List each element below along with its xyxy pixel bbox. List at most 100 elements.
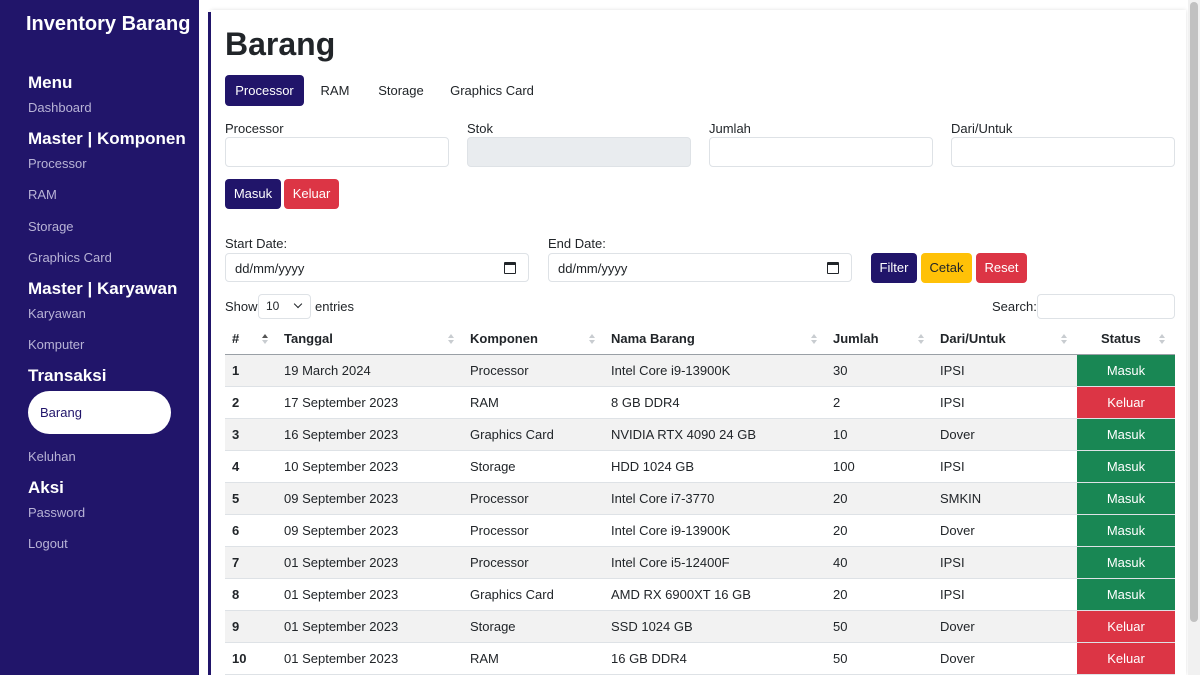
- sidebar-item-barang[interactable]: Barang: [28, 391, 171, 434]
- cell-tanggal: 01 September 2023: [284, 587, 399, 602]
- sidebar-item-keluhan[interactable]: Keluhan: [28, 449, 76, 464]
- column-header-nama-barang[interactable]: Nama Barang: [611, 323, 695, 355]
- column-header-number[interactable]: #: [232, 323, 239, 355]
- column-header-tanggal[interactable]: Tanggal: [284, 323, 333, 355]
- search-input[interactable]: [1037, 294, 1175, 319]
- cell-dari-untuk: IPSI: [940, 555, 965, 570]
- tab-ram[interactable]: RAM: [312, 75, 358, 106]
- cell-number: 7: [232, 555, 240, 570]
- stok-label: Stok: [467, 121, 494, 136]
- status-badge: Masuk: [1077, 579, 1175, 610]
- tab-graphics-card[interactable]: Graphics Card: [446, 75, 538, 106]
- cell-number: 5: [232, 491, 240, 506]
- keluar-button[interactable]: Keluar: [284, 179, 339, 209]
- sidebar-heading-master-komponen: Master | Komponen: [28, 129, 186, 148]
- sidebar-item-password[interactable]: Password: [28, 505, 85, 520]
- tab-processor[interactable]: Processor: [225, 75, 304, 106]
- table-row: 1 19 March 2024 Processor Intel Core i9-139…: [225, 355, 1175, 387]
- column-header-status[interactable]: Status: [1101, 323, 1141, 355]
- sort-icon[interactable]: [1159, 334, 1166, 344]
- sort-icon[interactable]: [589, 334, 596, 344]
- cell-number: 10: [232, 651, 247, 666]
- sort-icon[interactable]: [448, 334, 455, 344]
- table-row: 7 01 September 2023 Processor Intel Core i5…: [225, 547, 1175, 579]
- cell-jumlah: 50: [833, 651, 848, 666]
- sidebar-item-graphics-card[interactable]: Graphics Card: [28, 250, 112, 265]
- tab-storage[interactable]: Storage: [370, 75, 432, 106]
- brand-title: Inventory Barang: [26, 13, 191, 35]
- table-row: 6 09 September 2023 Processor Intel Core i9…: [225, 515, 1175, 547]
- cell-komponen: RAM: [470, 651, 499, 666]
- cell-komponen: Graphics Card: [470, 427, 554, 442]
- cell-nama-barang: 16 GB DDR4: [611, 651, 687, 666]
- processor-label: Processor: [225, 121, 284, 136]
- cell-nama-barang: Intel Core i7-3770: [611, 491, 715, 506]
- sidebar-item-storage[interactable]: Storage: [28, 219, 74, 234]
- cell-komponen: Processor: [470, 523, 529, 538]
- cell-dari-untuk: SMKIN: [940, 491, 982, 506]
- cell-number: 4: [232, 459, 240, 474]
- sidebar-item-komputer[interactable]: Komputer: [28, 337, 84, 352]
- status-badge: Keluar: [1077, 643, 1175, 674]
- dari-untuk-input[interactable]: [951, 137, 1175, 167]
- page-scrollbar[interactable]: [1188, 0, 1200, 675]
- sidebar-heading-transaksi: Transaksi: [28, 366, 107, 385]
- scrollbar-thumb[interactable]: [1190, 2, 1198, 622]
- entries-select[interactable]: 10: [258, 294, 311, 319]
- sort-icon[interactable]: [811, 334, 818, 344]
- status-badge: Masuk: [1077, 515, 1175, 546]
- cell-dari-untuk: IPSI: [940, 363, 965, 378]
- start-date-label: Start Date:: [225, 236, 288, 251]
- cell-komponen: Processor: [470, 491, 529, 506]
- cell-tanggal: 16 September 2023: [284, 427, 399, 442]
- sidebar-item-dashboard[interactable]: Dashboard: [28, 100, 92, 115]
- cell-nama-barang: HDD 1024 GB: [611, 459, 695, 474]
- sidebar-item-processor[interactable]: Processor: [28, 156, 87, 171]
- cell-jumlah: 20: [833, 491, 848, 506]
- masuk-button[interactable]: Masuk: [225, 179, 281, 209]
- table-row: 3 16 September 2023 Graphics Card NVIDIA RT…: [225, 419, 1175, 451]
- start-date-input[interactable]: dd/mm/yyyy: [225, 253, 529, 282]
- cell-nama-barang: SSD 1024 GB: [611, 619, 693, 634]
- status-badge: Masuk: [1077, 451, 1175, 482]
- cell-jumlah: 20: [833, 587, 848, 602]
- show-label: Show: [225, 299, 258, 314]
- cell-number: 1: [232, 363, 240, 378]
- cell-number: 2: [232, 395, 240, 410]
- status-badge: Masuk: [1077, 547, 1175, 578]
- cell-number: 6: [232, 523, 240, 538]
- sidebar-item-ram[interactable]: RAM: [28, 187, 57, 202]
- sidebar-item-karyawan[interactable]: Karyawan: [28, 306, 86, 321]
- status-badge: Masuk: [1077, 355, 1175, 386]
- sidebar-item-logout[interactable]: Logout: [28, 536, 68, 551]
- cetak-button[interactable]: Cetak: [921, 253, 972, 283]
- end-date-input[interactable]: dd/mm/yyyy: [548, 253, 852, 282]
- processor-input[interactable]: [225, 137, 449, 167]
- filter-button[interactable]: Filter: [871, 253, 917, 283]
- table-row: 10 01 September 2023 RAM 16 GB DDR4 50 Dover K…: [225, 643, 1175, 675]
- sort-icon[interactable]: [262, 334, 269, 344]
- cell-komponen: Storage: [470, 619, 516, 634]
- column-header-dari-untuk[interactable]: Dari/Untuk: [940, 323, 1006, 355]
- cell-jumlah: 2: [833, 395, 841, 410]
- sort-icon[interactable]: [1061, 334, 1068, 344]
- barang-table: # Tanggal Komponen Nama Barang Jumlah Da…: [225, 323, 1175, 675]
- table-body: 1 19 March 2024 Processor Intel Core i9-139…: [225, 355, 1175, 675]
- calendar-icon[interactable]: [504, 262, 516, 274]
- cell-number: 3: [232, 427, 240, 442]
- cell-dari-untuk: Dover: [940, 523, 975, 538]
- content-accent-border: [208, 12, 211, 675]
- entries-value: 10: [266, 299, 280, 313]
- cell-dari-untuk: IPSI: [940, 395, 965, 410]
- column-header-komponen[interactable]: Komponen: [470, 323, 538, 355]
- reset-button[interactable]: Reset: [976, 253, 1027, 283]
- table-row: 9 01 September 2023 Storage SSD 1024 GB 50 Do…: [225, 611, 1175, 643]
- calendar-icon[interactable]: [827, 262, 839, 274]
- column-header-jumlah[interactable]: Jumlah: [833, 323, 879, 355]
- cell-komponen: Processor: [470, 555, 529, 570]
- cell-dari-untuk: Dover: [940, 619, 975, 634]
- sort-icon[interactable]: [918, 334, 925, 344]
- cell-komponen: Processor: [470, 363, 529, 378]
- cell-nama-barang: Intel Core i5-12400F: [611, 555, 730, 570]
- jumlah-input[interactable]: [709, 137, 933, 167]
